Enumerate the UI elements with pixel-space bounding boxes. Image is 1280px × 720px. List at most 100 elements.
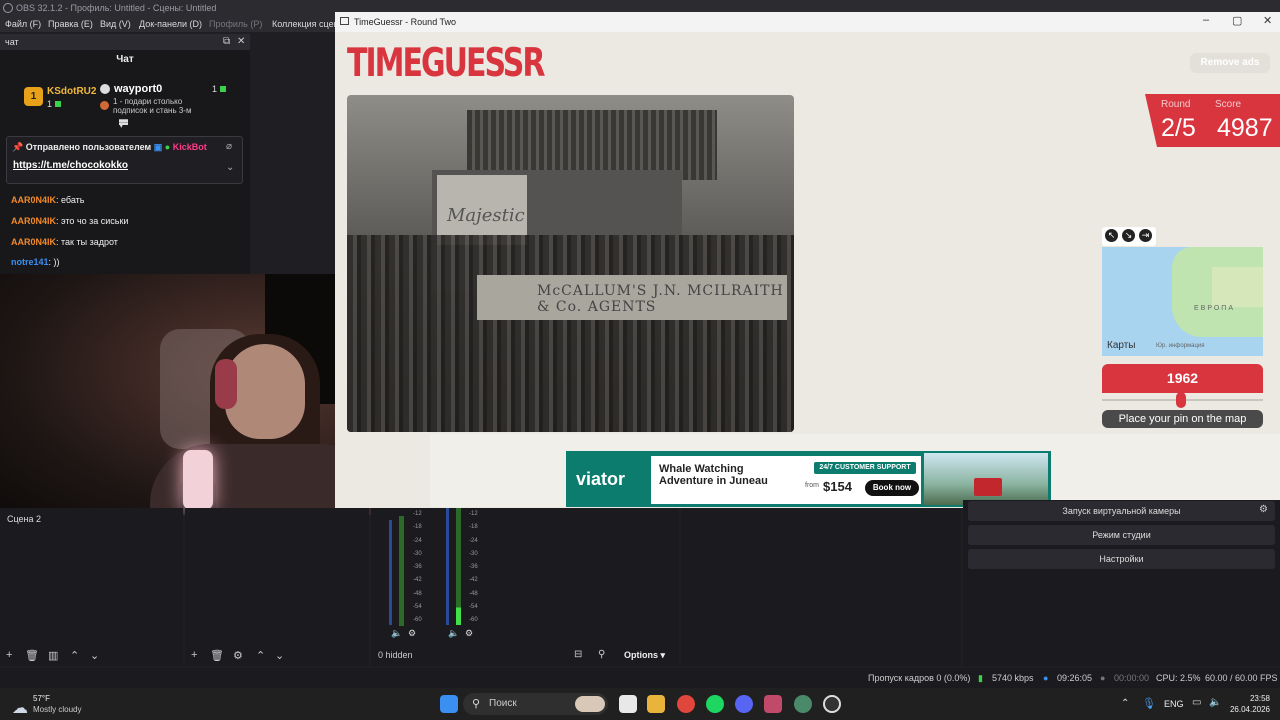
- chat-username[interactable]: AAR0N4IK: [11, 195, 56, 205]
- historical-photo: Majestic McCALLUM'S J.N. MCILRAITH & Co.…: [347, 95, 794, 432]
- pinned-link[interactable]: https://t.me/chocokokko: [13, 160, 128, 171]
- volume-icon[interactable]: 🔈: [1209, 697, 1221, 708]
- photo-crowd: [347, 235, 794, 432]
- add-icon[interactable]: +: [191, 649, 197, 661]
- collapse-icon[interactable]: ▬ ▬ ▾: [119, 115, 131, 130]
- stream-time: 09:26:05: [1057, 673, 1093, 683]
- add-icon[interactable]: +: [6, 649, 12, 661]
- menu-view[interactable]: Вид (V): [100, 19, 131, 29]
- language-indicator[interactable]: ENG: [1164, 699, 1184, 709]
- virtual-camera-button[interactable]: Запуск виртуальной камеры: [968, 501, 1275, 521]
- layout-icon[interactable]: ⊟: [574, 649, 582, 660]
- chat-username[interactable]: notre141: [11, 257, 49, 267]
- signal-icon: ▮: [978, 673, 983, 683]
- expand-map-icon[interactable]: ↖: [1105, 229, 1118, 242]
- chat-header: Чат: [116, 54, 134, 65]
- chevron-down-icon[interactable]: ⌄: [226, 162, 234, 173]
- round-label: Round: [1161, 99, 1191, 110]
- scale-tick: -24: [469, 537, 478, 544]
- chevron-up-icon[interactable]: ⌃: [1121, 698, 1129, 709]
- link-icon[interactable]: ⚲: [598, 649, 605, 660]
- timeguessr-logo[interactable]: TIMEGUESSR: [347, 41, 545, 87]
- taskbar-search[interactable]: ⚲ Поиск: [463, 693, 608, 715]
- chrome-icon[interactable]: [677, 695, 695, 713]
- top-user-1[interactable]: KSdotRU2: [47, 86, 96, 97]
- file-explorer-icon[interactable]: [647, 695, 665, 713]
- map-region-label: ЕВРОПА: [1194, 305, 1235, 312]
- task-view-icon[interactable]: [619, 695, 637, 713]
- guess-map[interactable]: ЕВРОПА Карты Юр. информация: [1102, 247, 1263, 356]
- top-user-2-count: 1: [212, 84, 227, 94]
- cpu-usage: CPU: 2.5%: [1156, 673, 1201, 683]
- chat-username[interactable]: AAR0N4IK: [11, 216, 56, 226]
- clock-time: 23:58: [1249, 694, 1270, 703]
- ad-book-button[interactable]: Book now: [865, 480, 919, 496]
- scale-tick: -36: [469, 564, 478, 571]
- pinned-label-text: Отправлено пользователем: [25, 142, 152, 152]
- undock-icon[interactable]: ⧉: [223, 36, 230, 47]
- record-icon: ●: [1100, 673, 1106, 683]
- pinned-label: 📌 Отправлено пользователем ▣ ● KickBot: [12, 142, 207, 152]
- speaker-icon[interactable]: 🔈: [391, 628, 402, 639]
- studio-mode-button[interactable]: Режим студии: [968, 525, 1275, 545]
- trash-icon[interactable]: 🗑: [210, 649, 224, 662]
- close-icon[interactable]: ✕: [237, 36, 245, 47]
- timeguessr-titlebar: TimeGuessr - Round Two – ▢ ✕: [335, 12, 1280, 32]
- settings-icon[interactable]: ⚙: [408, 628, 416, 639]
- menu-profile[interactable]: Профиль (P): [209, 19, 262, 29]
- scene-item[interactable]: Сцена 2: [7, 514, 41, 524]
- minimize-icon[interactable]: –: [1203, 14, 1209, 26]
- windows-taskbar: [0, 688, 1280, 720]
- settings-icon[interactable]: ⚙: [465, 628, 473, 639]
- start-icon[interactable]: [440, 695, 458, 713]
- sources-panel: [185, 508, 369, 666]
- volume-fader-1[interactable]: [389, 520, 392, 625]
- gear-icon[interactable]: ⚙: [233, 649, 243, 662]
- remove-ads-button[interactable]: Remove ads: [1190, 53, 1270, 73]
- map-legal-link[interactable]: Юр. информация: [1156, 343, 1205, 349]
- microphone-icon[interactable]: 🎙: [1142, 697, 1156, 710]
- stream-icon: ●: [1043, 673, 1049, 683]
- unpin-icon[interactable]: ⌀: [226, 141, 232, 152]
- menu-scene-collection[interactable]: Коллекция сцен: [272, 19, 339, 29]
- chevron-up-icon[interactable]: ⌃: [70, 649, 79, 662]
- network-icon[interactable]: ▭: [1192, 697, 1201, 708]
- scale-tick: -60: [469, 617, 478, 624]
- obs-status-bar: Пропуск кадров 0 (0.0%) ▮ 5740 kbps ● 09…: [0, 668, 1280, 688]
- scale-tick: -42: [469, 577, 478, 584]
- top-user-2[interactable]: wayport0: [114, 83, 162, 95]
- discord-icon[interactable]: [735, 695, 753, 713]
- maps-brand: Карты: [1107, 340, 1136, 351]
- top-user-2-count-value: 1: [212, 84, 218, 94]
- obs-icon[interactable]: [823, 695, 841, 713]
- menu-file[interactable]: Файл (F): [5, 19, 41, 29]
- browser-icon[interactable]: [794, 695, 812, 713]
- settings-button[interactable]: Настройки: [968, 549, 1275, 569]
- gear-icon[interactable]: ⚙: [1259, 504, 1268, 515]
- spotify-icon[interactable]: [706, 695, 724, 713]
- taskbar-clock[interactable]: 23:58 26.04.2026: [1222, 693, 1270, 715]
- ad-banner[interactable]: viator Whale Watching Adventure in Junea…: [566, 451, 1051, 507]
- chevron-up-icon[interactable]: ⌃: [256, 649, 265, 662]
- menu-edit[interactable]: Правка (E): [48, 19, 93, 29]
- scale-tick: -12: [413, 511, 422, 517]
- options-dropdown[interactable]: Options ▾: [624, 650, 665, 661]
- chat-username[interactable]: AAR0N4IK: [11, 237, 56, 247]
- scale-tick: -18: [413, 524, 422, 531]
- window-icon: [340, 17, 349, 25]
- maps-brand-text: Карты: [1107, 340, 1136, 351]
- volume-fader-2[interactable]: [446, 508, 449, 625]
- pin-map-icon[interactable]: ⇥: [1139, 229, 1152, 242]
- speaker-icon[interactable]: 🔈: [448, 628, 459, 639]
- filter-icon[interactable]: ▥: [48, 649, 58, 662]
- shrink-map-icon[interactable]: ↘: [1122, 229, 1135, 242]
- menu-docks[interactable]: Док-панели (D): [139, 19, 202, 29]
- place-pin-button[interactable]: Place your pin on the map: [1102, 410, 1263, 428]
- trash-icon[interactable]: 🗑: [25, 649, 39, 662]
- app-icon[interactable]: [764, 695, 782, 713]
- chevron-down-icon[interactable]: ⌄: [90, 649, 99, 662]
- close-icon[interactable]: ✕: [1263, 14, 1272, 27]
- year-slider-thumb[interactable]: [1175, 392, 1186, 408]
- chevron-down-icon[interactable]: ⌄: [275, 649, 284, 662]
- maximize-icon[interactable]: ▢: [1232, 14, 1242, 27]
